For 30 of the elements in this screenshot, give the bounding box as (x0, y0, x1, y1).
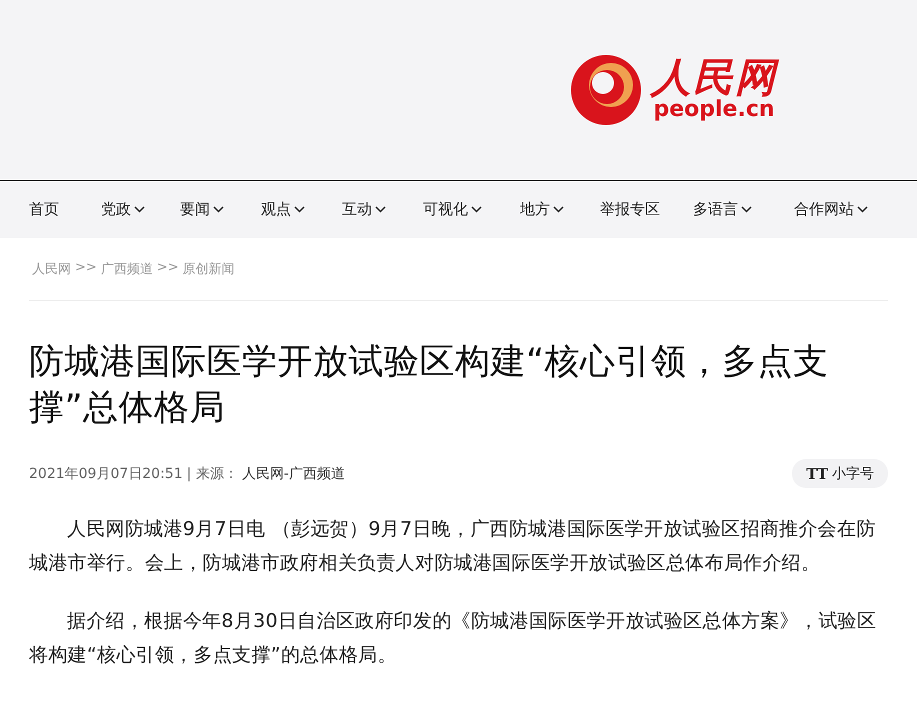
chevron-down-icon (375, 206, 386, 213)
publish-date: 2021年09月07日20:51 (29, 464, 183, 482)
chevron-down-icon (294, 206, 305, 213)
chevron-down-icon (553, 206, 564, 213)
nav-item[interactable]: 观点 (261, 200, 305, 219)
nav-item[interactable]: 举报专区 (600, 200, 660, 219)
source-link[interactable]: 人民网-广西频道 (242, 464, 345, 482)
breadcrumb-separator: >> (156, 260, 179, 277)
nav-item[interactable]: 要闻 (180, 200, 224, 219)
font-size-button[interactable]: TT 小字号 (792, 459, 888, 488)
nav-item[interactable]: 可视化 (423, 200, 482, 219)
article-title: 防城港国际医学开放试验区构建“核心引领，多点支撑”总体格局 (29, 341, 830, 430)
nav-item[interactable]: 党政 (101, 200, 145, 219)
source-label: | 来源： (186, 464, 238, 482)
nav-item[interactable]: 互动 (342, 200, 386, 219)
chevron-down-icon (471, 206, 482, 213)
nav-item[interactable]: 多语言 (693, 200, 752, 219)
chevron-down-icon (857, 206, 868, 213)
nav-item[interactable]: 地方 (520, 200, 564, 219)
article-paragraph: 据介绍，根据今年8月30日自治区政府印发的《防城港国际医学开放试验区总体方案》，试验区将构建“核心引领，多点支撑”的总体格局。 (29, 609, 878, 668)
logo-icon (569, 53, 643, 127)
logo-domain: people.cn (653, 98, 775, 122)
nav-item[interactable]: 首页 (29, 200, 59, 219)
logo-title: 人民网 (651, 58, 777, 98)
chevron-down-icon (741, 206, 752, 213)
nav-item[interactable]: 合作网站 (794, 200, 868, 219)
article-paragraph: 人民网防城港9月7日电 （彭远贺）9月7日晚，广西防城港国际医学开放试验区招商推介会在防城港市举行。会上，防城港市政府相关负责人对防城港国际医学开放试验区总体布局作介绍。 (29, 517, 877, 576)
chevron-down-icon (213, 206, 224, 213)
chevron-down-icon (134, 206, 145, 213)
breadcrumb-separator: >> (75, 260, 97, 277)
